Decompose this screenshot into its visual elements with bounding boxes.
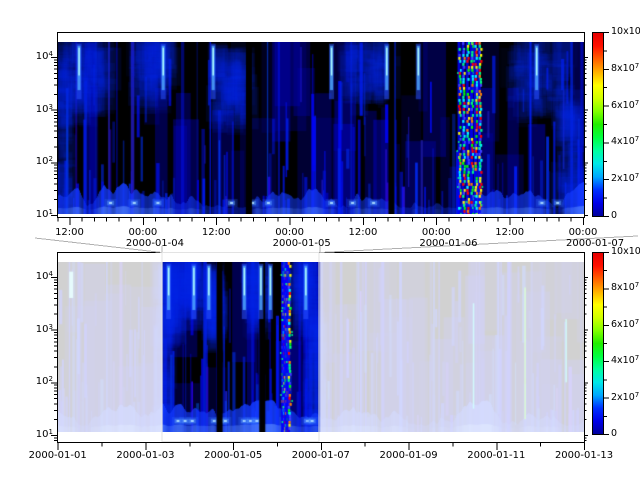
x-tick-label: 00:00 (422, 227, 451, 238)
x-tick-label: 00:00 (128, 227, 157, 238)
x-tick-label: 2000-01-07 (292, 450, 350, 461)
x-tick-label: 12:00 (202, 227, 231, 238)
y-tick-label: 103 (36, 104, 53, 115)
colorbar-tick-label: 10x107 (611, 246, 640, 257)
colorbar-tick-label: 6x107 (611, 319, 639, 330)
x-tick-label: 2000-01-03 (116, 450, 174, 461)
detail-colorbar[interactable] (592, 32, 604, 217)
detail-spectrogram-canvas[interactable] (58, 42, 584, 214)
x-tick-label: 2000-01-09 (380, 450, 438, 461)
x-tick-label: 00:00 (569, 227, 598, 238)
colorbar-tick-label: 4x107 (611, 136, 639, 147)
y-tick-label: 102 (36, 156, 53, 167)
y-tick-label: 101 (36, 429, 53, 440)
colorbar-tick-label: 8x107 (611, 63, 639, 74)
plot-page: 12:0000:002000-01-0412:0000:002000-01-05… (0, 0, 640, 480)
colorbar-tick-label: 2x107 (611, 173, 639, 184)
colorbar-tick-label: 10x107 (611, 26, 640, 37)
x-tick-label: 12:00 (55, 227, 84, 238)
colorbar-tick-label: 0 (611, 428, 617, 439)
colorbar-tick-label: 2x107 (611, 392, 639, 403)
x-date-label: 2000-01-07 (566, 238, 624, 249)
x-tick-label: 12:00 (349, 227, 378, 238)
selection-box[interactable] (162, 252, 320, 442)
x-tick-label: 12:00 (495, 227, 524, 238)
y-tick-label: 104 (36, 271, 53, 282)
x-date-label: 2000-01-06 (419, 238, 477, 249)
x-tick-label: 2000-01-01 (29, 450, 87, 461)
colorbar-tick-label: 4x107 (611, 355, 639, 366)
y-tick-label: 104 (36, 51, 53, 62)
x-date-label: 2000-01-05 (273, 238, 331, 249)
x-tick-label: 2000-01-11 (467, 450, 525, 461)
context-spectrogram-canvas[interactable] (58, 262, 584, 432)
context-colorbar[interactable] (592, 252, 604, 435)
y-tick-label: 102 (36, 376, 53, 387)
colorbar-tick-label: 8x107 (611, 282, 639, 293)
y-tick-label: 101 (36, 209, 53, 220)
x-date-label: 2000-01-04 (126, 238, 184, 249)
x-tick-label: 2000-01-05 (204, 450, 262, 461)
x-tick-label: 00:00 (275, 227, 304, 238)
y-tick-label: 103 (36, 324, 53, 335)
colorbar-tick-label: 0 (611, 210, 617, 221)
colorbar-tick-label: 6x107 (611, 100, 639, 111)
x-tick-label: 2000-01-13 (555, 450, 613, 461)
